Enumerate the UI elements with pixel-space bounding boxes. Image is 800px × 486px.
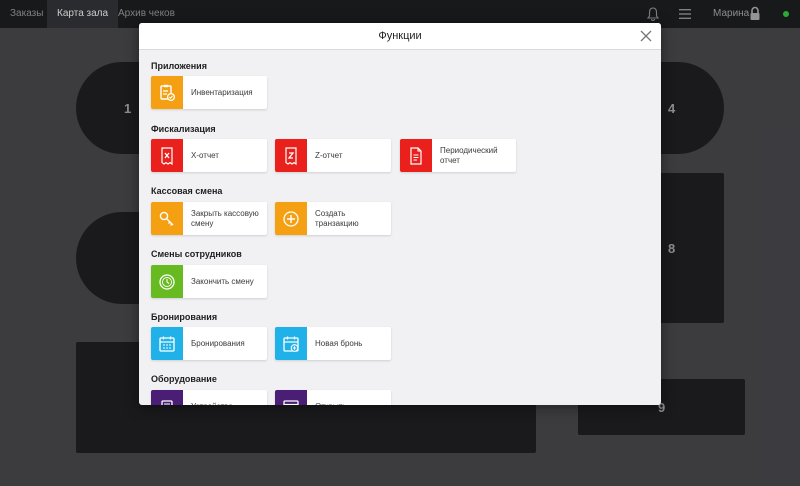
tile-label: Инвентаризация: [191, 87, 253, 97]
devices-button[interactable]: Устройства: [151, 390, 267, 405]
open-button[interactable]: Открыть: [275, 390, 391, 405]
key-icon: [151, 202, 183, 235]
close-icon[interactable]: [639, 29, 653, 43]
calendar-add-icon: [275, 327, 307, 360]
section-title-equipment: Оборудование: [151, 374, 217, 384]
create-transaction-button[interactable]: Создать транзакцию: [275, 202, 391, 235]
new-booking-button[interactable]: Новая бронь: [275, 327, 391, 360]
tile-label: Периодический отчет: [440, 145, 498, 165]
z-report-button[interactable]: Z-отчет: [275, 139, 391, 172]
tile-label: Создать транзакцию: [315, 208, 359, 228]
periodic-report-icon: [400, 139, 432, 172]
plus-circle-icon: [275, 202, 307, 235]
modal-title: Функции: [378, 30, 422, 42]
section-title-bookings: Бронирования: [151, 312, 218, 322]
x-report-button[interactable]: X-отчет: [151, 139, 267, 172]
end-shift-button[interactable]: Закончить смену: [151, 265, 267, 298]
modal-body: Приложения Инвентаризация Фискализация X…: [139, 51, 661, 405]
modal-header: Функции: [139, 23, 661, 50]
section-title-staff-shifts: Смены сотрудников: [151, 249, 242, 259]
z-report-icon: [275, 139, 307, 172]
clock-icon: [151, 265, 183, 298]
periodic-report-button[interactable]: Периодический отчет: [400, 139, 516, 172]
inventory-clipboard-icon: [151, 76, 183, 109]
tile-label: Открыть: [315, 390, 387, 406]
tile-label: Новая бронь: [315, 338, 363, 348]
section-title-fiscal: Фискализация: [151, 124, 216, 134]
tile-label: Z-отчет: [315, 150, 343, 160]
device-icon: [151, 390, 183, 405]
close-cash-shift-button[interactable]: Закрыть кассовую смену: [151, 202, 267, 235]
calendar-icon: [151, 327, 183, 360]
bookings-button[interactable]: Бронирования: [151, 327, 267, 360]
section-title-cash-shift: Кассовая смена: [151, 186, 223, 196]
window-icon: [275, 390, 307, 405]
tile-label: Закончить смену: [191, 276, 254, 286]
inventory-button[interactable]: Инвентаризация: [151, 76, 267, 109]
tile-label: Закрыть кассовую смену: [191, 208, 259, 228]
tile-label: X-отчет: [191, 150, 219, 160]
x-report-icon: [151, 139, 183, 172]
section-title-apps: Приложения: [151, 61, 207, 71]
functions-modal: Функции Приложения Инвентаризация Фискал…: [139, 23, 661, 405]
tile-label: Бронирования: [191, 338, 245, 348]
tile-label: Устройства: [191, 390, 263, 406]
